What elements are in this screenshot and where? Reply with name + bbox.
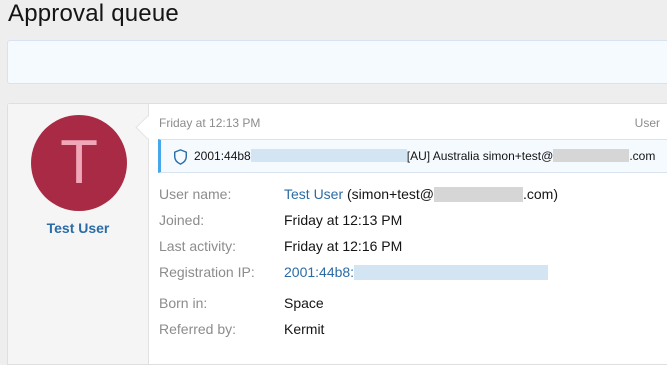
ip-info-box: 2001:44b8 [AU] Australia simon+test@ .com: [158, 139, 667, 173]
user-name-link[interactable]: Test User: [8, 220, 148, 236]
item-type: User: [634, 116, 660, 130]
registration-ip-label: Registration IP:: [159, 264, 255, 280]
page-title: Approval queue: [8, 0, 179, 27]
joined-label: Joined:: [159, 212, 205, 228]
username-label: User name:: [159, 186, 232, 202]
born-in-value: Space: [284, 295, 324, 311]
last-activity-value[interactable]: Friday at 12:16 PM: [284, 238, 402, 254]
username-value: Test User (simon+test@ .com): [284, 186, 558, 202]
referred-by-label: Referred by:: [159, 321, 237, 337]
referred-by-value: Kermit: [284, 321, 325, 337]
redacted-email-domain: [433, 187, 523, 202]
redacted-email: [553, 149, 630, 162]
ip-email-end: .com: [629, 149, 656, 163]
username-link[interactable]: Test User: [284, 186, 343, 202]
joined-value[interactable]: Friday at 12:13 PM: [284, 212, 402, 228]
item-timestamp[interactable]: Friday at 12:13 PM: [159, 116, 260, 130]
registration-ip-value: 2001:44b8:: [284, 264, 549, 280]
shield-icon: [174, 149, 187, 165]
user-column: T Test User: [8, 104, 149, 364]
notice-bar: [7, 40, 667, 84]
ip-prefix: 2001:44b8: [194, 149, 251, 163]
avatar[interactable]: T: [31, 115, 127, 211]
email-prefix: (simon+test@: [347, 186, 434, 202]
ip-info-text: 2001:44b8 [AU] Australia simon+test@ .com: [194, 149, 655, 163]
born-in-label: Born in:: [159, 295, 208, 311]
registration-ip-link[interactable]: 2001:44b8:: [284, 264, 354, 280]
redacted-ip: [250, 149, 407, 162]
email-suffix: .com): [522, 186, 558, 202]
approval-item-card: T Test User Friday at 12:13 PM User 2001…: [7, 103, 667, 365]
ip-geo: [AU] Australia simon+test@: [406, 149, 554, 163]
last-activity-label: Last activity:: [159, 238, 237, 254]
redacted-registration-ip: [354, 265, 549, 280]
